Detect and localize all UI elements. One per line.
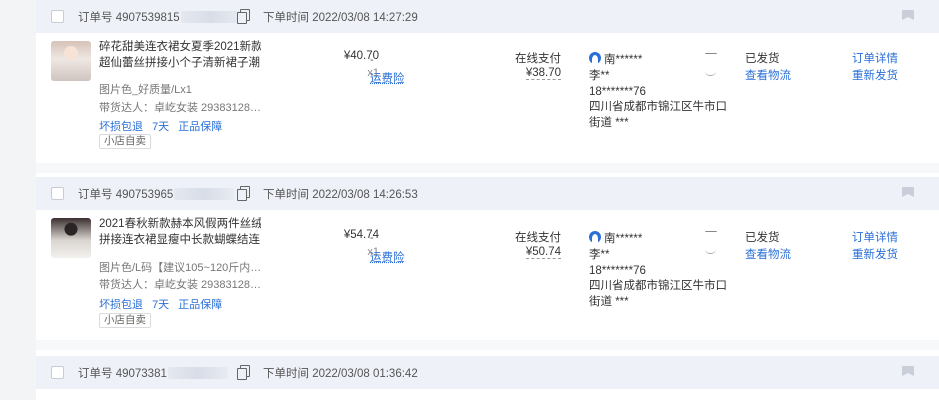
order-status: 已发货 [745,53,780,65]
paid-amount: ¥38.70 [525,67,561,80]
order-number: 订单号 49073381 [78,365,228,381]
copy-icon[interactable] [237,9,250,24]
tag-7-days: 7天 [152,299,170,311]
buyer-nickname[interactable]: 南****** [604,51,642,67]
order-detail-link[interactable]: 订单详情 [852,229,898,245]
shipping-insurance-link[interactable]: 运费险 [370,70,405,86]
masked-region [167,367,228,379]
order-number: 订单号 490753965 [78,186,235,202]
order-time: 下单时间 2022/03/08 01:36:42 [263,368,418,380]
shipping-address: 李** 18*******76 四川省成都市锦江区牛市口 街道 *** [589,249,727,308]
order-header: 订单号 49073381 下单时间 2022/03/08 01:36:42 [36,356,939,389]
order-time: 下单时间 2022/03/08 14:27:29 [263,12,418,24]
view-logistics-link[interactable]: 查看物流 [745,67,791,83]
order-time: 下单时间 2022/03/08 14:26:53 [263,189,418,201]
order-divider [36,163,939,173]
order-status: 已发货 [745,232,780,244]
reship-link[interactable]: 重新发货 [852,246,898,262]
service-tags: 坏损包退 7天 正品保障 [99,118,228,134]
payment-type: 在线支付 [515,232,561,244]
tag-7-days: 7天 [152,121,170,133]
product-spec: 图片色/L码【建议105~120斤内… [99,262,262,274]
view-logistics-link[interactable]: 查看物流 [745,246,791,262]
tag-damage-refund: 坏损包退 [99,299,143,311]
buyer-avatar-icon [589,52,601,64]
product-title[interactable]: 2021春秋新款赫本风假两件丝绒 拼接连衣裙显瘦中长款蝴蝶结连… [99,216,261,248]
order-checkbox[interactable] [51,366,64,379]
shipping-insurance-link[interactable]: 运费险 [370,249,405,265]
copy-icon[interactable] [237,186,250,201]
filter-icon[interactable] [705,53,717,64]
paid-amount: ¥50.74 [525,246,561,259]
copy-icon[interactable] [237,365,250,380]
order-divider [36,340,939,350]
shop-tag: 小店自卖 [99,313,151,328]
shipping-address: 李** 18*******76 四川省成都市锦江区牛市口 街道 *** [589,70,727,129]
product-thumbnail[interactable] [51,41,91,81]
order-row: 碎花甜美连衣裙女夏季2021新款 超仙蕾丝拼接小个子清新裙子潮 图片色_好质量/… [36,33,939,163]
reship-link[interactable]: 重新发货 [852,67,898,83]
product-thumbnail[interactable] [51,218,91,258]
discount-value: - [370,54,374,66]
order-header: 订单号 490753965 下单时间 2022/03/08 14:26:53 [36,177,939,210]
tag-genuine: 正品保障 [178,299,223,311]
product-spec: 图片色_好质量/Lx1 [99,84,192,96]
discount-value: - [370,232,374,244]
order-row: 2021春秋新款赫本风假两件丝绒 拼接连衣裙显瘦中长款蝴蝶结连… 图片色/L码【… [36,210,939,340]
filter-icon[interactable] [705,231,717,242]
buyer-nickname[interactable]: 南****** [604,230,642,246]
flag-icon[interactable] [902,10,914,24]
order-list: 订单号 4907539815 下单时间 2022/03/08 14:27:29 … [36,0,939,400]
shop-tag: 小店自卖 [99,134,151,149]
seller-info: 带货达人：卓屹女装 29383128… [99,102,261,114]
service-tags: 坏损包退 7天 正品保障 [99,296,228,312]
flag-icon[interactable] [902,187,914,201]
tag-genuine: 正品保障 [178,121,223,133]
payment-type: 在线支付 [515,53,561,65]
buyer-avatar-icon [589,231,601,243]
order-detail-link[interactable]: 订单详情 [852,50,898,66]
order-checkbox[interactable] [51,10,64,23]
order-checkbox[interactable] [51,187,64,200]
seller-info: 带货达人：卓屹女装 29383128… [99,279,261,291]
tag-damage-refund: 坏损包退 [99,121,143,133]
masked-region [180,11,241,23]
flag-icon[interactable] [902,366,914,380]
order-number: 订单号 4907539815 [78,9,241,25]
order-header: 订单号 4907539815 下单时间 2022/03/08 14:27:29 [36,0,939,33]
product-title[interactable]: 碎花甜美连衣裙女夏季2021新款 超仙蕾丝拼接小个子清新裙子潮 [99,39,261,71]
masked-region [174,188,235,200]
